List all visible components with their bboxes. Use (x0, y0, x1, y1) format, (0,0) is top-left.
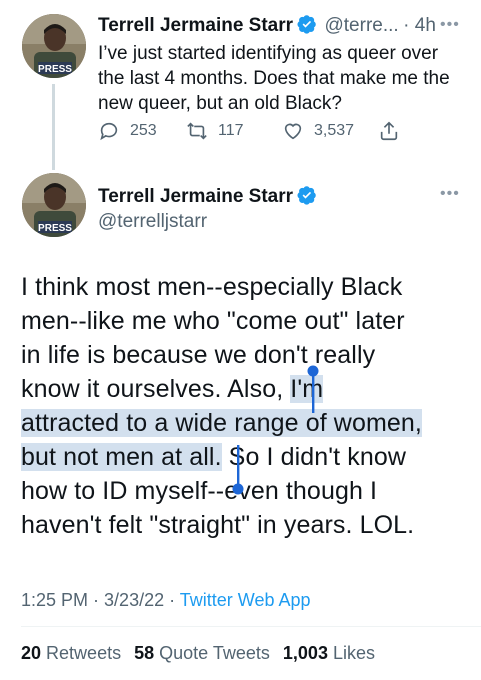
tweet1-header: Terrell Jermaine Starr @terre... · 4h (98, 15, 436, 36)
tweet1-text: I’ve just started identifying as queer o… (98, 41, 468, 116)
verified-icon (297, 186, 316, 205)
selection-end-handle[interactable] (232, 445, 244, 500)
text-line: but not men at all. So I didn't know (21, 443, 406, 471)
text-line: attracted to a wide range of women, (21, 406, 471, 440)
tweet2-author: Terrell Jermaine Starr @terrelljstarr (98, 185, 317, 233)
avatar[interactable]: PRESS (22, 14, 86, 78)
source-app-link[interactable]: Twitter Web App (180, 590, 311, 610)
avatar-photo: PRESS (22, 173, 86, 237)
text-line: how to ID myself--even though I (21, 477, 378, 505)
tweet-meta: 1:25 PM · 3/23/22 · Twitter Web App (21, 590, 311, 610)
author-name[interactable]: Terrell Jermaine Starr (98, 186, 293, 207)
share-icon (380, 121, 398, 141)
reply-button[interactable]: 253 (98, 120, 186, 142)
press-badge: PRESS (38, 64, 72, 75)
reply-count: 253 (130, 122, 157, 139)
thread-line (52, 84, 55, 170)
author-name[interactable]: Terrell Jermaine Starr (98, 15, 293, 36)
text-line: haven't felt "straight" in years. LOL. (21, 511, 415, 539)
avatar-photo: PRESS (22, 14, 86, 78)
share-button[interactable] (378, 120, 400, 142)
tweet1-line: the last 4 months. Does that make me the (98, 68, 450, 89)
text-line: men--like me who "come out" later (21, 307, 405, 335)
tweet-stats: 20 Retweets 58 Quote Tweets 1,003 Likes (21, 643, 375, 664)
retweet-button[interactable]: 117 (186, 120, 282, 142)
press-badge: PRESS (38, 223, 72, 234)
selected-text: attracted to a wide range of women, (21, 409, 422, 437)
reply-icon (100, 122, 118, 141)
author-handle[interactable]: @terrelljstarr (98, 211, 317, 233)
text-line: in life is because we don't really (21, 341, 376, 369)
divider (21, 626, 481, 627)
retweets-stat[interactable]: 20 Retweets (21, 643, 121, 663)
more-icon[interactable]: ••• (440, 185, 460, 203)
quote-tweets-stat[interactable]: 58 Quote Tweets (134, 643, 270, 663)
tweet-date[interactable]: 3/23/22 (104, 590, 164, 610)
tweet1-line: I’ve just started identifying as queer o… (98, 43, 439, 64)
text-line: know it ourselves. Also, I'm (21, 375, 324, 403)
heart-icon (284, 123, 302, 140)
text-line: I think most men--especially Black (21, 273, 403, 301)
tweet1-line: new queer, but an old Black? (98, 93, 343, 114)
like-button[interactable]: 3,537 (282, 120, 378, 142)
selected-text: but not men at all. (21, 443, 222, 471)
tweet-time[interactable]: 4h (415, 15, 436, 36)
selection-start-handle[interactable] (307, 365, 319, 420)
retweet-count: 117 (218, 122, 244, 139)
avatar[interactable]: PRESS (22, 173, 86, 237)
retweet-icon (187, 122, 207, 140)
tweet2-text: I think most men--especially Black men--… (21, 270, 471, 542)
more-icon[interactable]: ••• (440, 16, 460, 34)
author-handle[interactable]: @terre... (324, 15, 398, 36)
like-count: 3,537 (314, 122, 355, 139)
verified-icon (297, 15, 316, 34)
tweet1-actions: 253 117 3,537 (98, 120, 468, 142)
tweet-time[interactable]: 1:25 PM (21, 590, 88, 610)
likes-stat[interactable]: 1,003 Likes (283, 643, 375, 663)
